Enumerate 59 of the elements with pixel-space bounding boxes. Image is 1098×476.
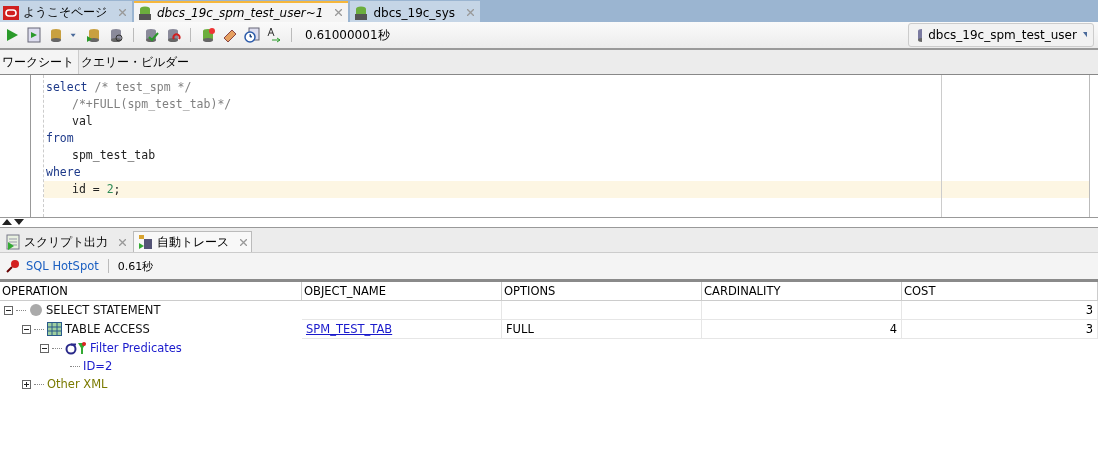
output-tab[interactable]: スクリプト出力 [0, 231, 131, 252]
circle-icon [29, 303, 43, 317]
code-line: where [45, 164, 82, 181]
operation-label: ID=2 [83, 359, 113, 373]
column-header[interactable]: OPERATION [0, 282, 302, 301]
column-header[interactable]: CARDINALITY [702, 282, 902, 301]
operation-label: Filter Predicates [90, 341, 182, 355]
logo-icon [3, 4, 19, 21]
connection-dropdown[interactable]: dbcs_19c_spm_test_user [908, 23, 1094, 47]
close-icon[interactable] [240, 238, 247, 246]
table-cell: 4 [702, 320, 902, 339]
table-icon [47, 322, 62, 336]
code-line: spm_test_tab [71, 147, 157, 164]
expand-icon[interactable] [22, 379, 31, 389]
operation-label: TABLE ACCESS [65, 322, 150, 336]
document-icon [5, 234, 21, 250]
document-tab[interactable]: dbcs_19c_spm_test_user~1 [134, 1, 349, 22]
tab-label: ようこそページ [23, 4, 107, 21]
clock-icon[interactable] [244, 27, 260, 43]
rollback-icon[interactable] [165, 27, 181, 43]
commit-icon[interactable] [143, 27, 159, 43]
pin-icon[interactable] [6, 259, 20, 273]
collapse-icon[interactable] [4, 305, 13, 315]
column-header[interactable]: COST [902, 282, 1098, 301]
elapsed-time: 0.61秒 [117, 258, 154, 274]
eraser-icon[interactable] [222, 27, 238, 43]
collapse-icon[interactable] [40, 343, 49, 353]
collapse-icon[interactable] [22, 324, 31, 334]
code-line: val [71, 113, 94, 130]
column-header[interactable]: OPTIONS [502, 282, 702, 301]
elapsed-time: 0.61000001秒 [305, 26, 390, 44]
table-cell: 3 [902, 320, 1098, 339]
code-line: select /* test_spm */ [45, 79, 193, 96]
operation-label: Other XML [47, 377, 108, 391]
tab-label: 自動トレース [157, 233, 229, 251]
close-icon[interactable] [335, 9, 343, 16]
run-icon[interactable] [4, 27, 20, 43]
table-cell: 3 [902, 301, 1098, 320]
code-line: /*+FULL(spm_test_tab)*/ [71, 96, 233, 113]
filter-icon [65, 341, 87, 355]
splitter-icon[interactable] [2, 219, 24, 226]
trace-icon [138, 234, 154, 250]
output-tab[interactable]: 自動トレース [133, 231, 252, 252]
run-script-icon[interactable] [26, 27, 42, 43]
document-tab[interactable]: dbcs_19c_sys [350, 1, 480, 22]
column-header[interactable]: OBJECT_NAME [302, 282, 502, 301]
tab-label: dbcs_19c_sys [373, 5, 455, 20]
editor-tab[interactable]: クエリー・ビルダー [79, 50, 195, 74]
format-icon[interactable] [266, 27, 282, 43]
object-link[interactable]: SPM_TEST_TAB [306, 322, 393, 336]
tab-label: スクリプト出力 [24, 233, 108, 251]
caret-icon [1082, 32, 1087, 38]
operation-label: SELECT STATEMENT [46, 303, 161, 317]
tab-label: dbcs_19c_spm_test_user~1 [157, 5, 324, 20]
table-cell: FULL [502, 320, 702, 339]
editor-tab[interactable]: ワークシート [0, 50, 79, 74]
code-line: from [45, 130, 75, 147]
hotspot-link[interactable]: SQL HotSpot [26, 259, 99, 273]
document-tab[interactable]: ようこそページ [0, 1, 132, 22]
